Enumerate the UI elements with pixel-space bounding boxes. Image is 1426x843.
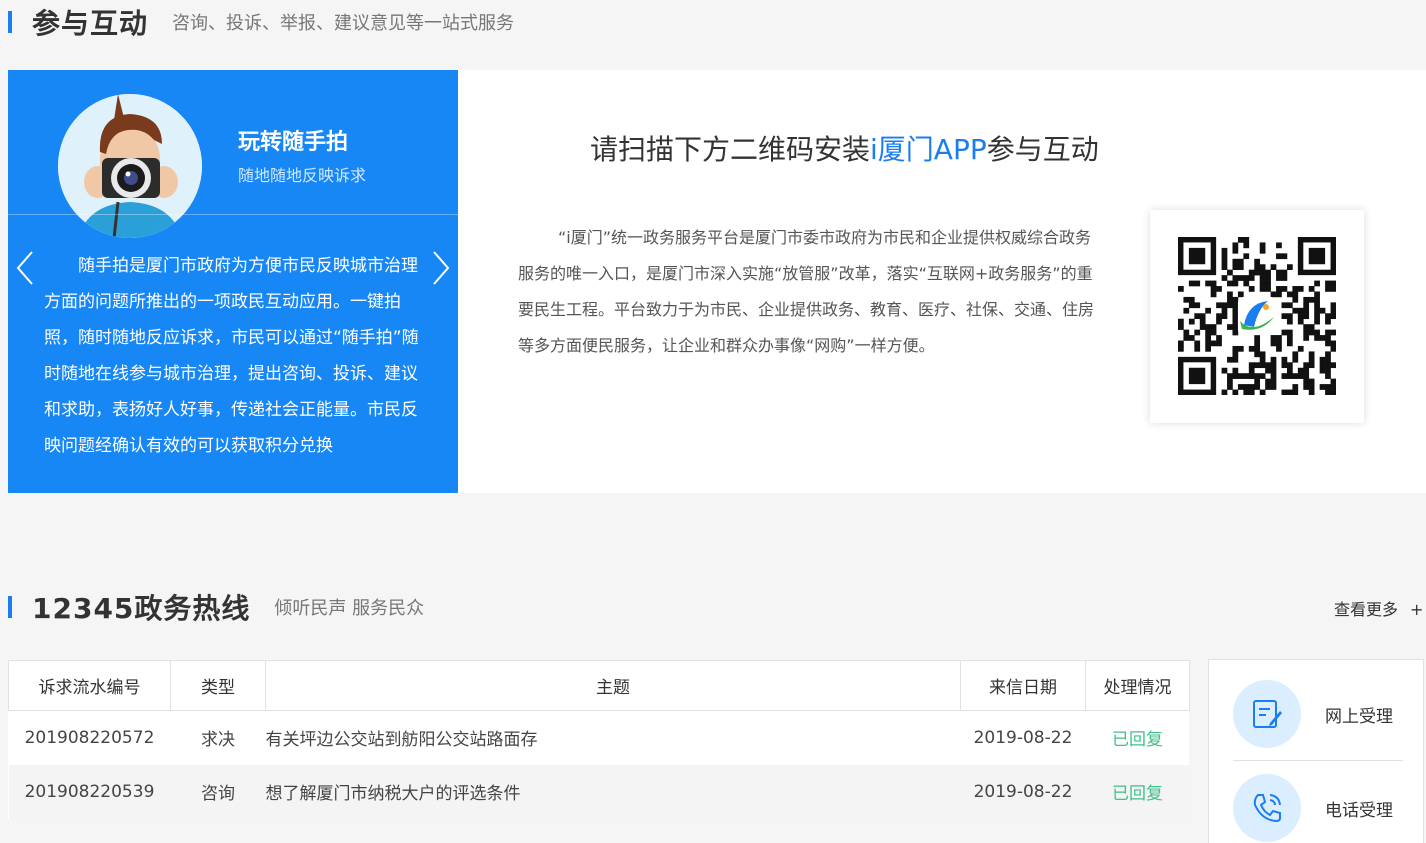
table-row[interactable]: 201908220539 咨询 想了解厦门市纳税大户的评选条件 2019-08-…: [8, 764, 1190, 819]
column-header-type: 类型: [170, 660, 266, 711]
edit-form-icon: [1233, 680, 1301, 748]
online-service-label: 网上受理: [1325, 706, 1393, 727]
app-heading: 请扫描下方二维码安装i厦门APP参与互动: [590, 128, 1099, 168]
view-more-link[interactable]: 查看更多 +: [1334, 596, 1423, 620]
chevron-left-icon: [16, 251, 33, 285]
cell-date: 2019-08-22: [973, 727, 1073, 748]
section-subtitle: 咨询、投诉、举报、建议意见等一站式服务: [172, 13, 515, 34]
carousel-prev-button[interactable]: [14, 248, 36, 288]
section-header-hotline: 12345政务热线 倾听民声 服务民众: [0, 587, 424, 627]
qr-code-image: [1178, 237, 1336, 395]
slide-description: 随手拍是厦门市政府为方便市民反映城市治理方面的问题所推出的一项政民互动应用。一键…: [44, 256, 419, 456]
cell-id: 201908220572: [24, 727, 155, 748]
table-header-row: 诉求流水编号 类型 主题 来信日期 处理情况: [8, 660, 1190, 711]
section-accent-bar: [8, 596, 12, 618]
section-title: 参与互动: [32, 7, 149, 40]
phone-service-label: 电话受理: [1325, 800, 1393, 821]
cell-type: 求决: [201, 730, 235, 751]
column-header-date: 来信日期: [960, 660, 1086, 711]
app-heading-prefix: 请扫描下方二维码安装: [590, 133, 871, 166]
app-logo-icon: [1237, 296, 1277, 336]
chevron-right-icon: [433, 251, 450, 285]
cell-status: 已回复: [1112, 730, 1163, 751]
slide-subtitle: 随地随地反映诉求: [238, 166, 367, 185]
section-header-interaction: 参与互动 咨询、投诉、举报、建议意见等一站式服务: [0, 2, 514, 42]
cell-date: 2019-08-22: [960, 764, 1086, 819]
section-title: 12345政务热线: [32, 592, 251, 625]
section-subtitle: 倾听民声 服务民众: [274, 598, 425, 619]
cell-id: 201908220539: [8, 764, 171, 819]
cell-topic-link[interactable]: 想了解厦门市纳税大户的评选条件: [265, 764, 961, 819]
column-header-status: 处理情况: [1085, 660, 1190, 711]
column-header-topic: 主题: [265, 660, 961, 711]
hotline-table: 诉求流水编号 类型 主题 来信日期 处理情况 201908220572 求决 有…: [8, 660, 1190, 819]
cell-status: 已回复: [1085, 764, 1190, 819]
app-description: “i厦门”统一政务服务平台是厦门市委市政府为市民和企业提供权威综合政务服务的唯一…: [518, 228, 1095, 355]
view-more-label: 查看更多: [1334, 600, 1399, 619]
divider: [1233, 760, 1403, 761]
carousel-next-button[interactable]: [430, 248, 452, 288]
service-channels: 网上受理 电话受理: [1208, 659, 1424, 843]
slide-divider: [8, 214, 458, 215]
section-accent-bar: [8, 11, 12, 33]
phone-service-button[interactable]: 电话受理: [1233, 774, 1393, 842]
table-row[interactable]: 201908220572 求决 有关坪边公交站到舫阳公交站路面存 2019-08…: [9, 711, 1190, 765]
interaction-panel: 玩转随手拍 随地随地反映诉求 随手拍是厦门市政府为方便市民反映城市治理方面的问题…: [8, 70, 1426, 493]
slide-carousel: 玩转随手拍 随地随地反映诉求 随手拍是厦门市政府为方便市民反映城市治理方面的问题…: [8, 70, 458, 493]
qr-code-card: [1150, 210, 1364, 423]
app-heading-suffix: 参与互动: [986, 133, 1099, 166]
app-name-highlight: i厦门APP: [870, 133, 987, 166]
online-service-button[interactable]: 网上受理: [1233, 680, 1393, 748]
cell-type: 咨询: [170, 764, 266, 819]
phone-icon: [1233, 774, 1301, 842]
slide-title: 玩转随手拍: [238, 130, 349, 155]
photographer-avatar: [58, 94, 202, 238]
cell-topic-link[interactable]: 有关坪边公交站到舫阳公交站路面存: [266, 711, 961, 765]
plus-icon: +: [1410, 600, 1424, 619]
column-header-id: 诉求流水编号: [8, 660, 171, 711]
